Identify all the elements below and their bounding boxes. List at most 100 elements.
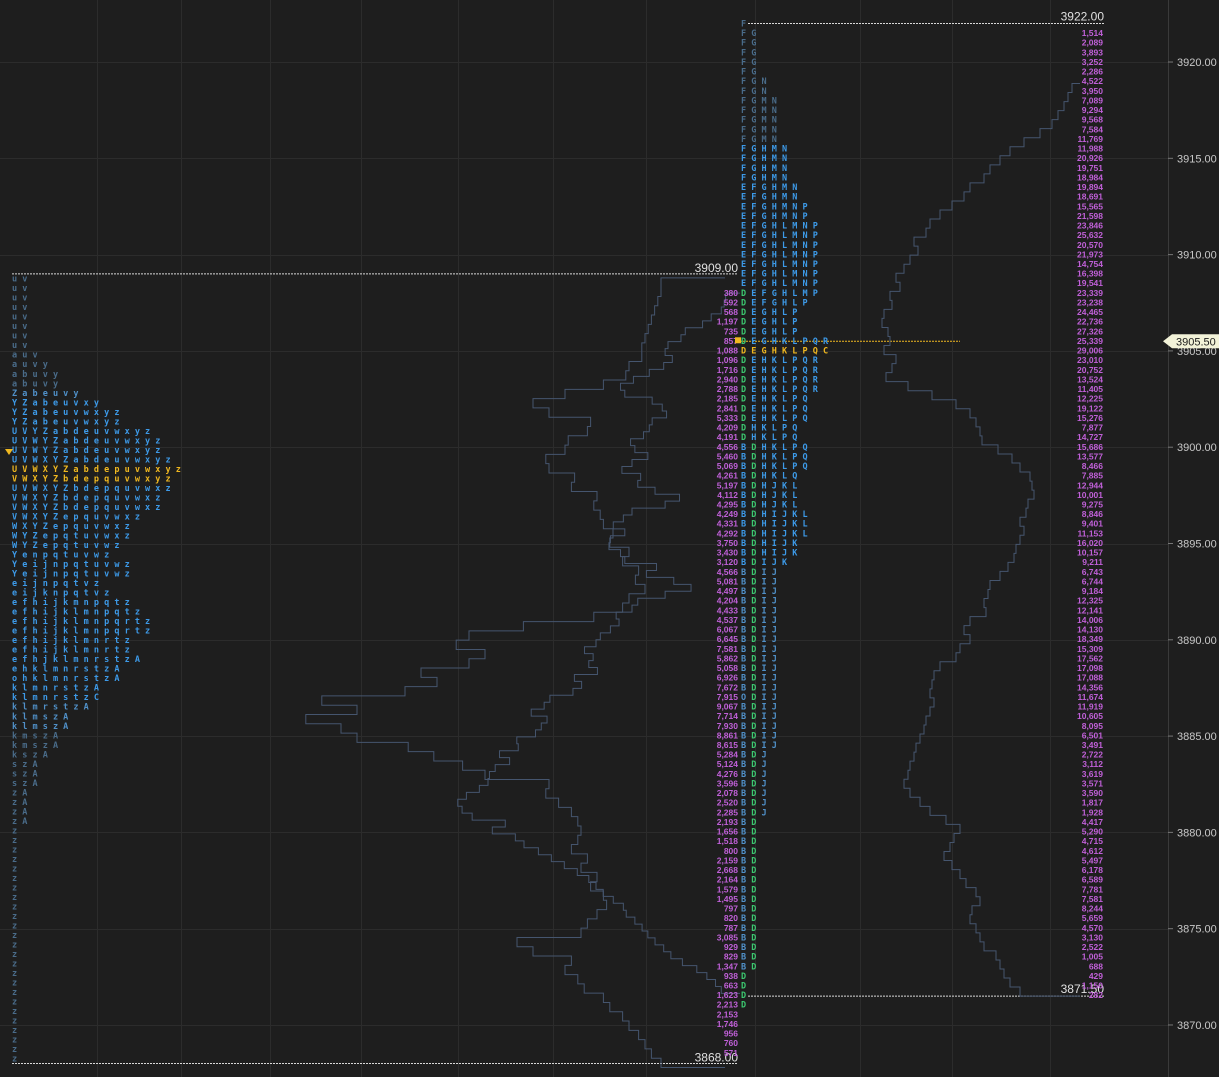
tpo-letter: J — [767, 654, 777, 664]
tpo-letter: Q — [787, 424, 797, 434]
tick-volume-label: 24,465 — [1077, 307, 1103, 317]
tpo-letter: J — [767, 703, 777, 713]
tpo-letter: I — [756, 626, 766, 636]
tpo-letter: K — [787, 539, 798, 549]
tick-volume-label: 3,130 — [1082, 932, 1104, 942]
tick-volume-label: 7,089 — [1082, 95, 1104, 105]
tpo-letter: G — [746, 29, 756, 39]
profile2-poc-marker — [735, 337, 741, 344]
profile1-tpo-row: z — [12, 874, 17, 884]
tpo-letter: D — [746, 510, 756, 520]
profile1-tpo-row: W Y Z e p q t u v w x z — [12, 531, 130, 541]
tpo-letter: G — [756, 337, 766, 347]
current-price-label: 3905.50 — [1176, 336, 1216, 348]
profile2-row-volume: 2,159 — [717, 855, 739, 865]
tpo-letter: L — [777, 308, 787, 318]
profile2-tpo-row: F G H M N — [741, 154, 787, 164]
tpo-letter: D — [746, 539, 756, 549]
profile1-tpo-row: z — [12, 1036, 17, 1046]
tpo-letter: J — [767, 597, 777, 607]
profile2-tpo-row: B D — [741, 895, 756, 905]
tpo-letter: I — [756, 683, 766, 693]
tick-volume-label: 9,211 — [1082, 557, 1103, 567]
tick-volume-label: 1,005 — [1082, 952, 1104, 962]
tpo-letter: F — [741, 20, 746, 30]
profile2-tpo-row: B D — [741, 962, 756, 972]
profile2-tpo-row: B D — [741, 856, 756, 866]
tpo-letter: H — [756, 501, 766, 511]
profile1-tpo-row: z A — [12, 798, 27, 808]
tick-volume-label: 23,846 — [1077, 221, 1103, 231]
tpo-letter: E — [746, 318, 756, 328]
tpo-letter: G — [746, 173, 756, 183]
y-axis-tick-label: 3915.00 — [1177, 153, 1217, 165]
tpo-letter: J — [756, 751, 766, 761]
profile2-tpo-row: D E F G H L P — [741, 298, 808, 308]
tick-volume-label: 9,568 — [1082, 115, 1104, 125]
tpo-letter: L — [777, 250, 787, 260]
tick-volume-label: 18,691 — [1077, 192, 1103, 202]
profile2-tpo-row: B D J — [741, 808, 767, 818]
profile2-tpo-row: F G — [741, 58, 756, 68]
profile1-tpo-row: a u v — [12, 351, 38, 361]
profile1-tpo-row: e f h i j k l m n p q r t z — [12, 616, 150, 627]
tpo-letter: P — [777, 424, 787, 434]
profile1-tpo-row: o h k l m n r s t z A — [12, 674, 119, 684]
profile2-row-volume: 1,347 — [717, 961, 739, 971]
tpo-letter: E — [746, 385, 756, 395]
tpo-letter: L — [777, 385, 787, 395]
profile2-row-volume: 8,615 — [717, 740, 739, 750]
profile1-tpo-row: Y Z a b e u v x y — [12, 398, 99, 408]
tpo-letter: D — [746, 914, 756, 924]
profile2-row-volume: 2,940 — [717, 374, 739, 384]
tpo-letter: D — [746, 770, 756, 780]
tpo-letter: M — [787, 279, 797, 289]
tpo-letter: I — [756, 606, 766, 616]
profile2-row-volume: 1,096 — [717, 355, 739, 365]
profile2-row-volume: 2,668 — [717, 865, 739, 875]
tpo-letter: E — [746, 356, 756, 366]
tpo-letter: H — [756, 395, 766, 405]
tpo-letter: F — [746, 241, 756, 251]
tpo-letter: I — [767, 510, 777, 520]
profile1-tpo-row: z — [12, 903, 17, 913]
profile2-row-volume: 2,285 — [717, 807, 739, 817]
tpo-letter: Q — [797, 462, 807, 472]
tpo-letter: P — [787, 395, 797, 405]
tpo-letter: R — [818, 337, 829, 347]
profile1-tpo-row: z — [12, 1026, 17, 1036]
tpo-letter: J — [767, 501, 777, 511]
tick-volume-label: 23,339 — [1077, 288, 1103, 298]
profile1-tpo-row: W X Y Z e p q u v w x z — [12, 522, 130, 532]
tpo-letter: D — [746, 443, 756, 453]
tick-volume-label: 12,141 — [1077, 605, 1103, 615]
tpo-letter: N — [787, 212, 797, 222]
tpo-letter: H — [756, 520, 766, 530]
profile2-tpo-row: F G M N — [741, 116, 777, 126]
tpo-letter: L — [767, 433, 777, 443]
tick-volume-label: 12,944 — [1077, 480, 1103, 490]
tpo-letter: H — [767, 337, 777, 347]
y-axis-tick-label: 3900.00 — [1177, 442, 1217, 454]
tpo-letter: D — [746, 933, 756, 943]
tpo-letter: E — [746, 404, 756, 414]
tick-volume-label: 20,752 — [1077, 365, 1103, 375]
profile2-tpo-row: F G H M N — [741, 145, 787, 155]
tpo-letter: G — [756, 231, 766, 241]
profile1-tpo-row: e h k l m n r s t z A — [12, 665, 119, 675]
tpo-letter: K — [777, 558, 788, 568]
tpo-letter: N — [797, 241, 807, 251]
tpo-letter: P — [787, 404, 797, 414]
tpo-letter: L — [777, 231, 787, 241]
tpo-letter: H — [756, 375, 766, 385]
tpo-letter: D — [746, 683, 756, 693]
tpo-letter: L — [787, 491, 797, 501]
tpo-letter: H — [767, 241, 777, 251]
profile2-tpo-row: B D — [741, 876, 756, 886]
profile2-row-volume: 663 — [724, 981, 738, 991]
profile2-row-volume: 4,112 — [717, 490, 738, 500]
tpo-letter: L — [787, 289, 797, 299]
tick-volume-label: 4,417 — [1082, 817, 1104, 827]
tpo-letter: I — [756, 597, 766, 607]
profile2-tpo-row: D E H K L P Q — [741, 414, 808, 424]
